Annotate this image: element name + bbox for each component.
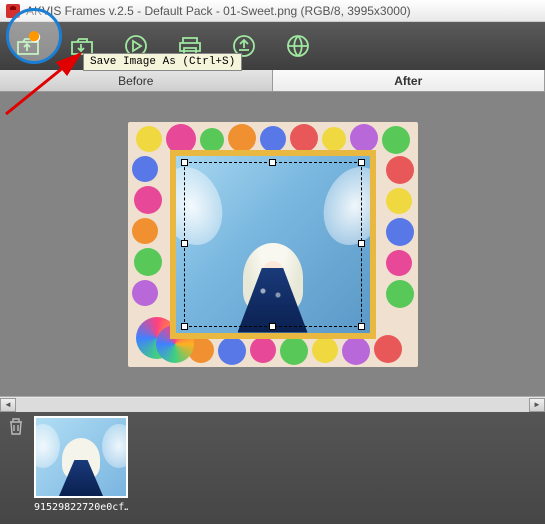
framed-image[interactable]: [128, 122, 418, 367]
thumbnail-item[interactable]: 91529822720e0cf…: [34, 416, 128, 520]
resize-handle-tr[interactable]: [358, 159, 365, 166]
resize-handle-tl[interactable]: [181, 159, 188, 166]
window-title: AKVIS Frames v.2.5 - Default Pack - 01-S…: [26, 4, 411, 18]
resize-handle-bm[interactable]: [269, 323, 276, 330]
tab-after[interactable]: After: [273, 70, 545, 91]
thumbnail-bar: 91529822720e0cf…: [0, 412, 545, 524]
view-tabs: Before After: [0, 70, 545, 92]
resize-handle-bl[interactable]: [181, 323, 188, 330]
tab-before[interactable]: Before: [0, 70, 273, 91]
resize-handle-mr[interactable]: [358, 240, 365, 247]
scroll-track[interactable]: [16, 398, 529, 412]
horizontal-scrollbar[interactable]: ◄ ►: [0, 396, 545, 412]
scroll-left-button[interactable]: ◄: [0, 398, 16, 412]
watermark-logo: ●: [6, 8, 62, 64]
scroll-right-button[interactable]: ►: [529, 398, 545, 412]
thumbnail-preview: [34, 416, 128, 498]
delete-icon[interactable]: [6, 416, 26, 436]
web-icon: [286, 34, 310, 58]
resize-handle-tm[interactable]: [269, 159, 276, 166]
tooltip-save-as: Save Image As (Ctrl+S): [83, 53, 242, 71]
resize-handle-br[interactable]: [358, 323, 365, 330]
canvas-viewport[interactable]: [0, 92, 545, 396]
thumbnail-label: 91529822720e0cf…: [34, 502, 128, 513]
resize-handle-ml[interactable]: [181, 240, 188, 247]
main-toolbar: [0, 22, 545, 70]
web-button[interactable]: [282, 30, 314, 62]
selection-box[interactable]: [184, 162, 362, 327]
